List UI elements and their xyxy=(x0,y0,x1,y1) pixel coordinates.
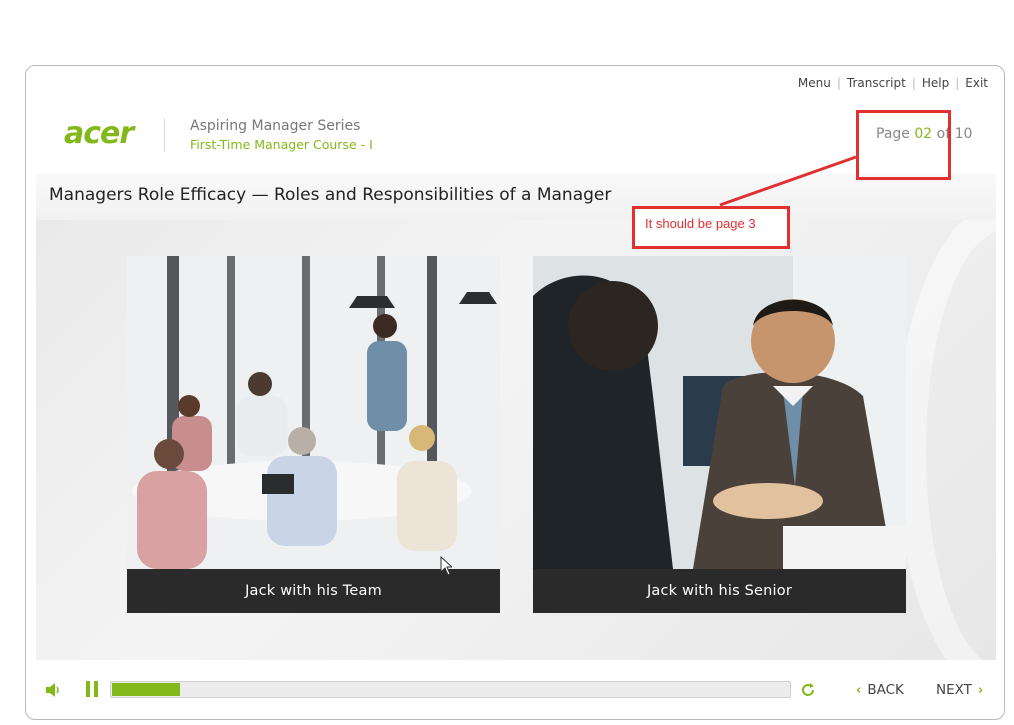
page-total: 10 xyxy=(954,126,973,142)
slide-title: Managers Role Efficacy — Roles and Respo… xyxy=(49,185,612,205)
progress-fill xyxy=(112,683,180,696)
annotation-note: It should be page 3 xyxy=(632,206,790,249)
card-caption: Jack with his Senior xyxy=(533,569,906,613)
next-button[interactable]: NEXT › xyxy=(936,682,983,698)
exit-link[interactable]: Exit xyxy=(965,76,988,90)
player-controls: ‹ BACK NEXT › xyxy=(26,666,1004,719)
handshake-meeting-photo xyxy=(533,256,906,569)
help-link[interactable]: Help xyxy=(922,76,949,90)
next-label: NEXT xyxy=(936,682,972,698)
progress-bar[interactable] xyxy=(110,681,791,698)
transcript-link[interactable]: Transcript xyxy=(847,76,906,90)
back-button[interactable]: ‹ BACK xyxy=(856,682,904,698)
slide-content: Jack with his Team Jack with his Senior xyxy=(36,220,996,660)
team-meeting-photo xyxy=(127,256,500,569)
mouse-cursor-icon xyxy=(440,556,452,576)
top-links: Menu | Transcript | Help | Exit xyxy=(798,76,988,90)
slide-title-bar: Managers Role Efficacy — Roles and Respo… xyxy=(36,174,996,220)
decorative-arc xyxy=(896,220,996,660)
separator: | xyxy=(911,76,916,90)
menu-link[interactable]: Menu xyxy=(798,76,831,90)
volume-icon[interactable] xyxy=(44,681,62,699)
course-title: First-Time Manager Course - I xyxy=(190,137,373,152)
refresh-icon[interactable] xyxy=(799,681,817,699)
series-title: Aspiring Manager Series xyxy=(190,118,361,134)
acer-logo: acer xyxy=(64,116,134,151)
header-divider xyxy=(164,118,165,152)
back-label: BACK xyxy=(867,682,904,698)
chevron-right-icon: › xyxy=(977,682,984,698)
separator: | xyxy=(836,76,841,90)
pause-icon[interactable] xyxy=(86,681,100,697)
chevron-left-icon: ‹ xyxy=(856,682,862,698)
annotation-text: It should be page 3 xyxy=(645,216,756,231)
annotation-highlight-box xyxy=(856,110,951,180)
separator: | xyxy=(955,76,960,90)
card-senior[interactable]: Jack with his Senior xyxy=(533,256,906,613)
